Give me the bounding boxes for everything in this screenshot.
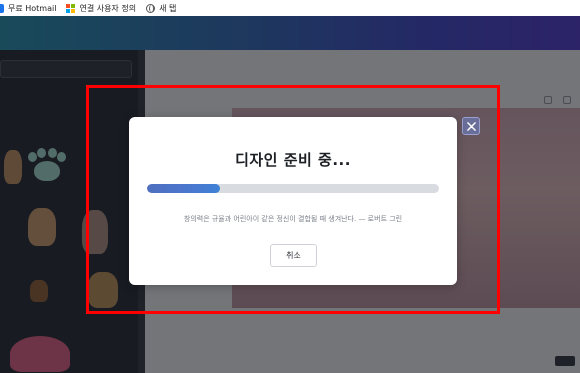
cancel-button[interactable]: 취소 — [270, 244, 317, 267]
progress-bar-fill — [147, 184, 220, 193]
close-icon — [466, 121, 476, 131]
close-button[interactable] — [462, 117, 480, 135]
bookmark-label: 새 탭 — [159, 3, 177, 13]
globe-icon — [146, 3, 156, 13]
dialog-quote: 창의력은 규율과 어린아이 같은 정신이 결합될 때 생겨난다. — 로버트 그… — [183, 215, 403, 223]
dialog-title: 디자인 준비 중... — [235, 151, 351, 169]
bookmark-label: 무료 Hotmail — [8, 3, 57, 13]
bookmark-icon — [0, 3, 4, 13]
bookmarks-bar: 무료 Hotmail 연결 사용자 정의 새 탭 — [0, 0, 580, 16]
progress-bar — [147, 184, 439, 193]
bookmark-new-tab[interactable]: 새 탭 — [146, 3, 176, 14]
preparing-design-dialog: 디자인 준비 중... 창의력은 규율과 어린아이 같은 정신이 결합될 때 생… — [129, 117, 457, 285]
bookmark-hotmail[interactable]: 무료 Hotmail — [0, 3, 56, 14]
bookmark-label: 연결 사용자 정의 — [79, 3, 137, 13]
bookmark-customize-links[interactable]: 연결 사용자 정의 — [66, 3, 136, 14]
microsoft-icon — [66, 3, 76, 13]
